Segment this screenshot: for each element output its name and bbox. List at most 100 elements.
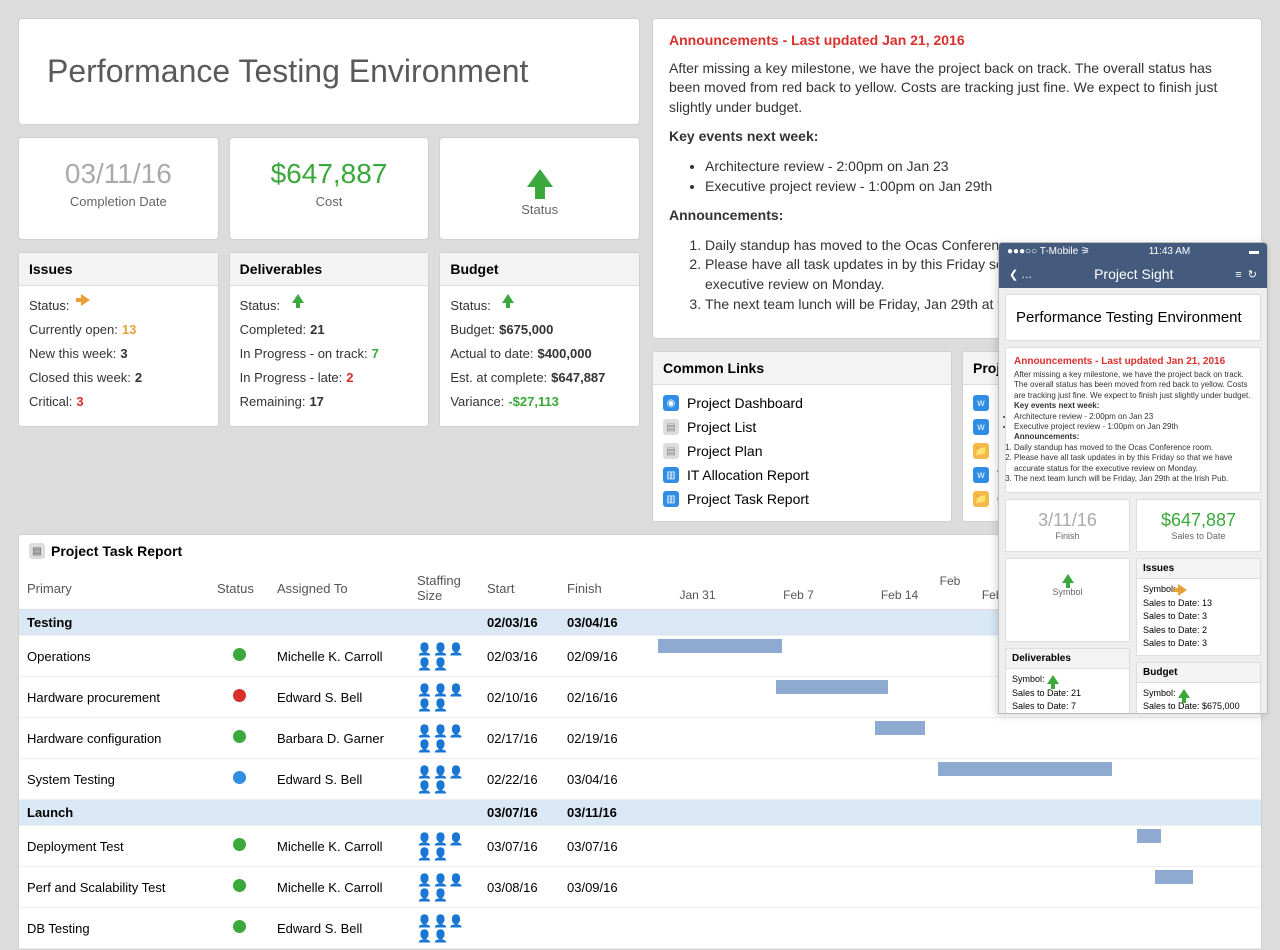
task-start: 02/22/16 bbox=[479, 759, 559, 800]
task-row[interactable]: Hardware configurationBarbara D. Garner👤… bbox=[19, 718, 1261, 759]
gantt-bar bbox=[1155, 870, 1192, 884]
panel-header: Common Links bbox=[653, 352, 951, 385]
task-finish: 02/16/16 bbox=[559, 677, 639, 718]
task-row[interactable]: DB Testing Edward S. Bell 👤👤👤👤👤 bbox=[19, 908, 1261, 949]
col-assigned[interactable]: Assigned To bbox=[269, 567, 409, 610]
col-start[interactable]: Start bbox=[479, 567, 559, 610]
status-arrow-icon bbox=[81, 294, 90, 306]
phone-title-card: Performance Testing Environment bbox=[1005, 294, 1261, 341]
phase-row: Launch03/07/1603/11/16 bbox=[19, 800, 1261, 826]
link-item[interactable]: ▤Project List bbox=[663, 415, 941, 439]
task-row[interactable]: System TestingEdward S. Bell👤👤👤👤👤02/22/1… bbox=[19, 759, 1261, 800]
task-assignee: Michelle K. Carroll bbox=[269, 826, 409, 867]
staffing-icons: 👤👤👤👤👤 bbox=[417, 642, 465, 671]
common-links-panel: Common Links ◉Project Dashboard▤Project … bbox=[652, 351, 952, 522]
link-icon: 📁 bbox=[973, 443, 989, 459]
col-primary[interactable]: Primary bbox=[19, 567, 209, 610]
task-start: 03/07/16 bbox=[479, 826, 559, 867]
task-finish: 03/09/16 bbox=[559, 867, 639, 908]
task-assignee: Edward S. Bell bbox=[269, 677, 409, 718]
link-label: Project List bbox=[687, 419, 756, 435]
panel-header: Deliverables bbox=[230, 253, 429, 286]
status-dot bbox=[233, 838, 246, 851]
budget-panel: Budget Status: Budget: $675,000Actual to… bbox=[439, 252, 640, 427]
phone-announce-sub: Key events next week: bbox=[1014, 401, 1099, 410]
battery-icon: ▬ bbox=[1249, 246, 1259, 257]
announce-subheader: Announcements: bbox=[669, 207, 783, 223]
status-arrow-icon bbox=[502, 294, 514, 303]
link-icon: w bbox=[973, 395, 989, 411]
status-dot bbox=[233, 730, 246, 743]
task-finish: 02/19/16 bbox=[559, 718, 639, 759]
link-label: IT Allocation Report bbox=[687, 467, 809, 483]
link-item[interactable]: ▥IT Allocation Report bbox=[663, 463, 941, 487]
phone-app-title: Project Sight bbox=[1094, 266, 1173, 282]
phone-announce-header: Announcements - Last updated Jan 21, 201… bbox=[1014, 356, 1252, 367]
status-dot bbox=[233, 648, 246, 661]
back-button[interactable]: ❮ … bbox=[1009, 268, 1032, 281]
gantt-bar bbox=[875, 721, 925, 735]
stat-label: Completion Date bbox=[25, 194, 212, 209]
phone-stat-label: Finish bbox=[1010, 531, 1125, 541]
list-item: Architecture review - 2:00pm on Jan 23 bbox=[705, 157, 1245, 177]
phone-deliverables-panel: Deliverables Symbol: Sales to Date: 21Sa… bbox=[1005, 648, 1130, 713]
phone-panel-header: Deliverables bbox=[1006, 649, 1129, 669]
staffing-icons: 👤👤👤👤👤 bbox=[417, 914, 465, 943]
task-start: 03/08/16 bbox=[479, 867, 559, 908]
report-icon: ▤ bbox=[29, 543, 45, 559]
link-icon: 📁 bbox=[973, 491, 989, 507]
phone-stat-date: 3/11/16 Finish bbox=[1005, 499, 1130, 552]
task-row[interactable]: Deployment TestMichelle K. Carroll👤👤👤👤👤0… bbox=[19, 826, 1261, 867]
task-assignee: Edward S. Bell bbox=[269, 759, 409, 800]
deliverables-panel: Deliverables Status: Completed: 21In Pro… bbox=[229, 252, 430, 427]
task-row[interactable]: Perf and Scalability Test Michelle K. Car… bbox=[19, 867, 1261, 908]
arrow-icon bbox=[1178, 584, 1187, 596]
menu-refresh[interactable]: ≡ ↻ bbox=[1235, 268, 1257, 281]
status-dot bbox=[233, 771, 246, 784]
phone-announce-text: After missing a key milestone, we have t… bbox=[1014, 370, 1252, 401]
task-finish: 03/07/16 bbox=[559, 826, 639, 867]
gantt-bar bbox=[1137, 829, 1162, 843]
issues-panel: Issues Status: Currently open: 13New thi… bbox=[18, 252, 219, 427]
link-item[interactable]: ▥Project Task Report bbox=[663, 487, 941, 511]
phone-announce-card: Announcements - Last updated Jan 21, 201… bbox=[1005, 347, 1261, 493]
status-dot bbox=[233, 879, 246, 892]
task-finish: 02/09/16 bbox=[559, 636, 639, 677]
phone-stat-value: 3/11/16 bbox=[1010, 510, 1125, 531]
link-icon: ◉ bbox=[663, 395, 679, 411]
task-start: 02/03/16 bbox=[479, 636, 559, 677]
arrow-icon bbox=[1047, 675, 1059, 684]
task-name: DB Testing bbox=[19, 908, 209, 949]
link-item[interactable]: ◉ Project Dashboard bbox=[663, 391, 941, 415]
phone-status-bar: ●●●○○ T-Mobile ⚞ 11:43 AM ▬ bbox=[999, 243, 1267, 260]
task-report-title: Project Task Report bbox=[51, 543, 182, 559]
task-assignee: Edward S. Bell bbox=[269, 908, 409, 949]
col-staffing[interactable]: Staffing Size bbox=[409, 567, 479, 610]
gantt-label: Feb 7 bbox=[748, 588, 849, 602]
task-start bbox=[479, 908, 559, 949]
phone-panel-header: Issues bbox=[1137, 559, 1260, 579]
task-name: Perf and Scalability Test bbox=[19, 867, 209, 908]
task-assignee: Michelle K. Carroll bbox=[269, 636, 409, 677]
status-dot bbox=[233, 920, 246, 933]
col-finish[interactable]: Finish bbox=[559, 567, 639, 610]
gantt-bar bbox=[776, 680, 888, 694]
link-icon: ▤ bbox=[663, 443, 679, 459]
page-title: Performance Testing Environment bbox=[47, 53, 611, 90]
gantt-bar bbox=[658, 639, 782, 653]
arrow-up-icon bbox=[1062, 574, 1074, 583]
col-status[interactable]: Status bbox=[209, 567, 269, 610]
link-label: Project Plan bbox=[687, 443, 762, 459]
link-icon: w bbox=[973, 467, 989, 483]
announce-paragraph: After missing a key milestone, we have t… bbox=[669, 59, 1245, 118]
phone-stat-label: Symbol bbox=[1010, 587, 1125, 597]
link-label: Project Dashboard bbox=[687, 395, 803, 411]
phone-panel-header: Budget bbox=[1137, 663, 1260, 683]
stats-row: 03/11/16 Completion Date $647,887 Cost S… bbox=[18, 137, 640, 240]
task-start: 02/17/16 bbox=[479, 718, 559, 759]
gantt-label: Feb 14 bbox=[849, 588, 950, 602]
link-item[interactable]: ▤ Project Plan bbox=[663, 439, 941, 463]
task-assignee: Michelle K. Carroll bbox=[269, 867, 409, 908]
staffing-icons: 👤👤👤👤👤 bbox=[417, 683, 465, 712]
task-name: Testing bbox=[19, 610, 209, 636]
